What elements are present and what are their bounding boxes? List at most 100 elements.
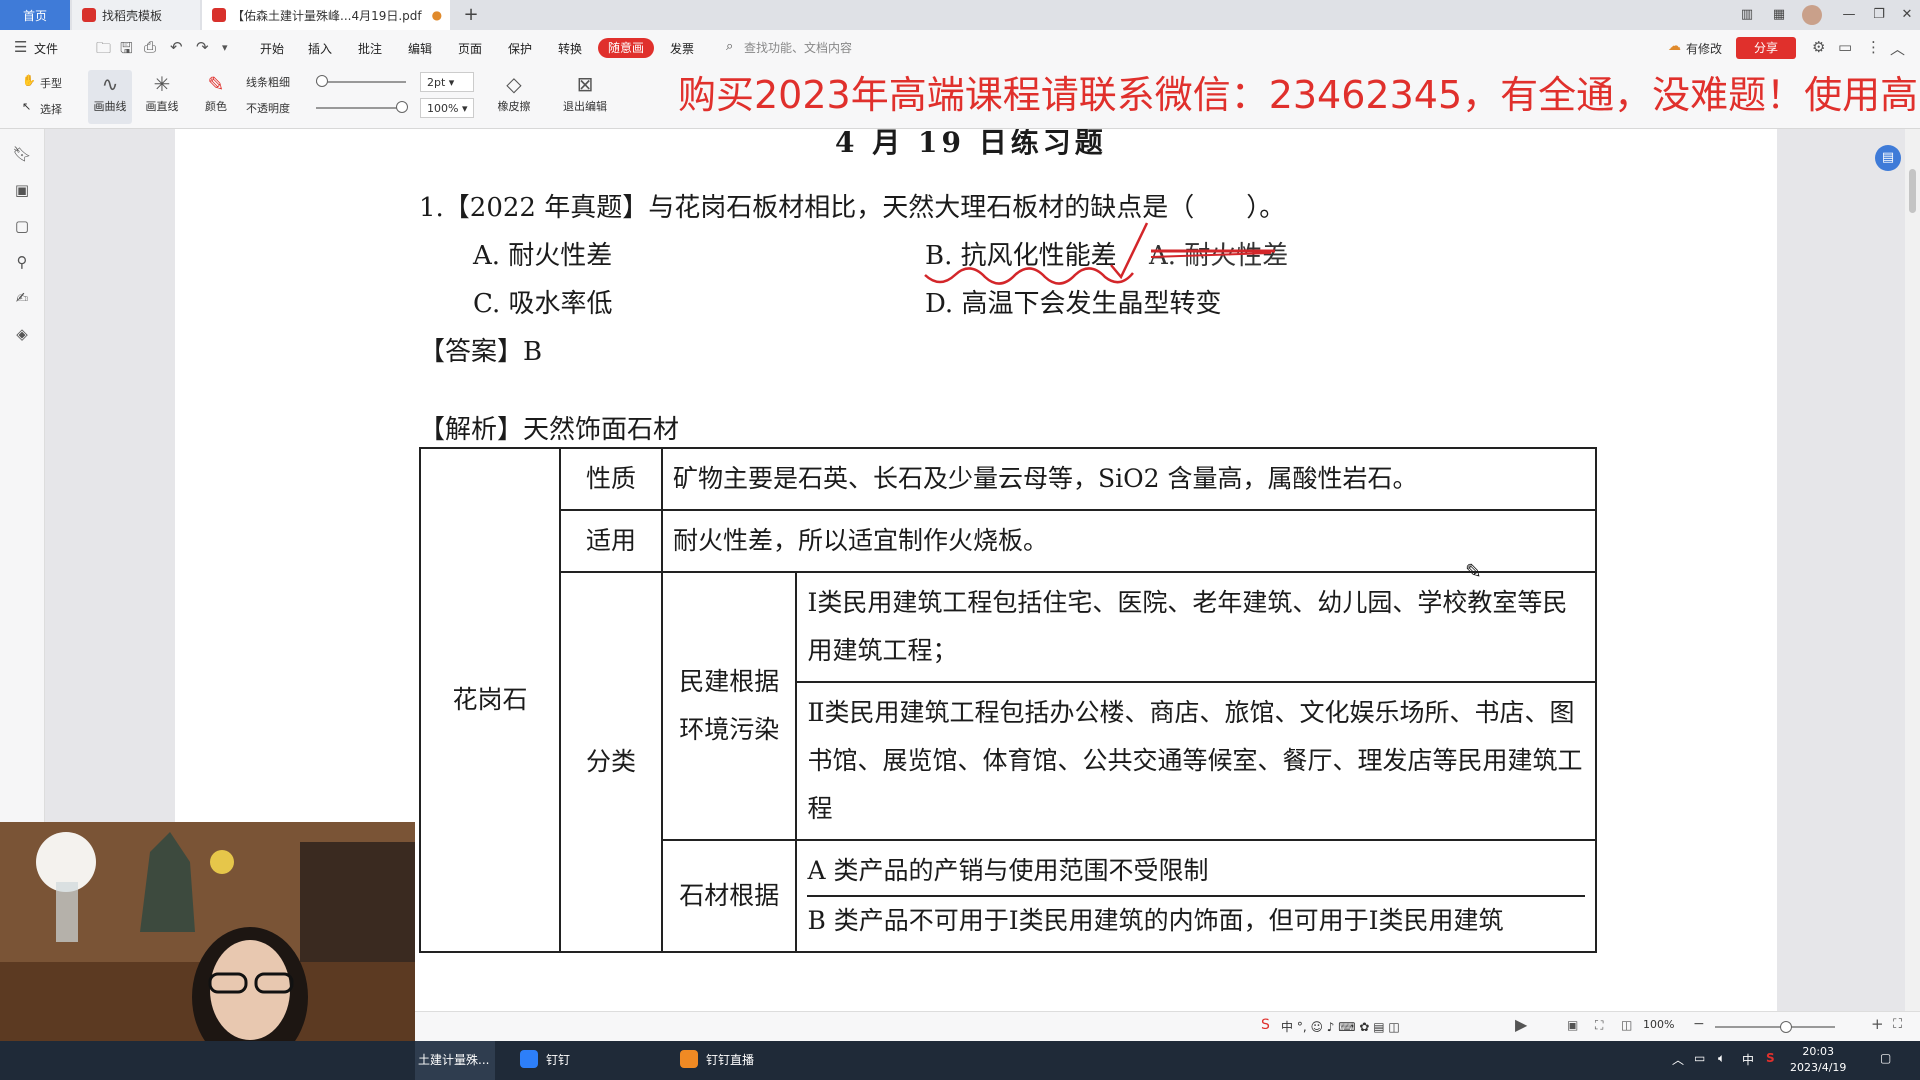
menu-item-start[interactable]: 开始 bbox=[260, 40, 284, 57]
signature-icon[interactable]: ✍ bbox=[12, 289, 32, 309]
tab-home-label: 首页 bbox=[22, 8, 47, 23]
pen-cursor-icon: ✎ bbox=[1465, 559, 1482, 583]
restore-icon[interactable]: ❐ bbox=[1870, 6, 1888, 24]
settings-icon[interactable]: ⚙ bbox=[1812, 38, 1825, 56]
bookmark-icon[interactable]: 🔖︎ bbox=[12, 145, 32, 165]
modified-status[interactable]: 有修改 bbox=[1686, 40, 1722, 57]
hand-tool-icon[interactable]: ✋ bbox=[22, 74, 36, 87]
cell-env-label: 民建根据环境污染 bbox=[660, 571, 798, 841]
undo-icon[interactable]: ↶ bbox=[170, 38, 183, 56]
close-icon[interactable]: ✕ bbox=[1898, 6, 1916, 24]
crop-icon[interactable]: ⛶ bbox=[1595, 1018, 1603, 1033]
opacity-label: 不透明度 bbox=[246, 102, 290, 115]
thumbnail-icon[interactable]: ▣ bbox=[12, 181, 32, 201]
exit-edit-button[interactable]: ⊠ 退出编辑 bbox=[558, 70, 612, 114]
notification-icon[interactable]: ▢ bbox=[1880, 1051, 1891, 1065]
zoom-out-icon[interactable]: − bbox=[1693, 1016, 1705, 1032]
zoom-in-icon[interactable]: + bbox=[1871, 1015, 1884, 1033]
taskbar-app-dingtalk[interactable]: 钉钉 bbox=[546, 1051, 570, 1068]
more-chevron-icon[interactable]: ▾ bbox=[222, 41, 228, 54]
tab-pdf-document[interactable]: 【佑森土建计量殊峰...4月19日.pdf ● bbox=[202, 0, 450, 30]
fit-page-icon[interactable]: ▣ bbox=[1567, 1018, 1578, 1032]
open-folder-icon[interactable]: 🗀 bbox=[96, 38, 111, 63]
thickness-select[interactable]: 2pt ▾ bbox=[420, 72, 474, 92]
ime-toolbar[interactable]: 中 °, ☺ ♪ ⌨ ✿ ▤ ◫ bbox=[1281, 1018, 1400, 1035]
zoom-level[interactable]: 100% bbox=[1643, 1018, 1674, 1031]
opacity-slider-knob[interactable] bbox=[396, 101, 408, 113]
redo-icon[interactable]: ↷ bbox=[196, 38, 209, 56]
tray-chevron-icon[interactable]: ︿ bbox=[1672, 1051, 1684, 1068]
tab-template[interactable]: 找稻壳模板 bbox=[72, 0, 200, 30]
sogou-icon[interactable]: S bbox=[1766, 1051, 1775, 1065]
ime-logo-icon[interactable]: S bbox=[1261, 1017, 1270, 1033]
menu-file[interactable]: 文件 bbox=[34, 40, 58, 57]
zoom-slider-knob[interactable] bbox=[1780, 1021, 1792, 1033]
apps-grid-icon[interactable]: ▦ bbox=[1770, 6, 1788, 24]
eraser-button[interactable]: ◇ 橡皮擦 bbox=[490, 70, 538, 114]
system-clock[interactable]: 20:03 2023/4/19 bbox=[1790, 1044, 1846, 1076]
menu-item-comment[interactable]: 批注 bbox=[358, 40, 382, 57]
eraser-label: 橡皮擦 bbox=[497, 100, 531, 113]
floating-assist-icon[interactable]: ▤ bbox=[1875, 145, 1901, 171]
cell-env-2: Ⅱ类民用建筑工程包括办公楼、商店、旅馆、文化娱乐场所、书店、图书馆、展览馆、体育… bbox=[795, 681, 1597, 841]
scrollbar-thumb[interactable] bbox=[1909, 169, 1916, 213]
tab-home[interactable]: 首页 bbox=[0, 0, 70, 30]
live-icon[interactable] bbox=[680, 1050, 698, 1068]
save-icon[interactable]: 🖫 bbox=[120, 38, 133, 63]
print-icon[interactable]: ⎙ bbox=[144, 38, 156, 56]
menu-bar: ☰ 文件 🗀 🖫 ⎙ ↶ ↷ ▾ 开始 插入 批注 编辑 页面 保护 转换 随意… bbox=[0, 30, 1920, 67]
unsaved-dot-icon: ● bbox=[431, 8, 443, 22]
volume-icon[interactable]: 🔈︎ bbox=[1718, 1051, 1725, 1066]
read-mode-icon[interactable]: ◫ bbox=[1621, 1018, 1632, 1032]
menu-item-freehand[interactable]: 随意画 bbox=[598, 38, 654, 58]
pdf-icon bbox=[212, 8, 226, 22]
pen-color-icon: ✎ bbox=[207, 72, 225, 96]
menu-item-protect[interactable]: 保护 bbox=[508, 40, 532, 57]
hand-tool-label[interactable]: 手型 bbox=[40, 75, 62, 91]
menu-item-insert[interactable]: 插入 bbox=[308, 40, 332, 57]
fullscreen-icon[interactable]: ⛶ bbox=[1893, 1017, 1902, 1032]
opacity-select[interactable]: 100% ▾ bbox=[420, 98, 474, 118]
vertical-scrollbar[interactable] bbox=[1905, 129, 1920, 1011]
dingtalk-icon[interactable] bbox=[520, 1050, 538, 1068]
layout-icon[interactable]: ▥ bbox=[1738, 6, 1756, 24]
select-tool-icon[interactable]: ↖ bbox=[22, 100, 31, 113]
draw-curve-button[interactable]: ∿ 画曲线 bbox=[88, 70, 132, 124]
share-button[interactable]: 分享 bbox=[1736, 37, 1796, 59]
option-c: C. 吸水率低 bbox=[473, 289, 613, 319]
avatar[interactable] bbox=[1802, 5, 1822, 25]
play-icon[interactable]: ▶ bbox=[1515, 1015, 1527, 1034]
search-icon: ⌕ bbox=[726, 39, 734, 54]
ime-indicator[interactable]: 中 bbox=[1742, 1051, 1754, 1068]
more-options-icon[interactable]: ⋮ bbox=[1866, 38, 1881, 56]
thickness-slider[interactable] bbox=[316, 81, 406, 83]
draw-curve-label: 画曲线 bbox=[93, 100, 127, 113]
network-icon[interactable]: ▭ bbox=[1694, 1051, 1705, 1065]
taskbar-app-pdf-label[interactable]: 土建计量殊... bbox=[418, 1051, 489, 1068]
menu-item-invoice[interactable]: 发票 bbox=[670, 40, 694, 57]
search-input[interactable]: 查找功能、文档内容 bbox=[744, 39, 852, 56]
select-tool-label[interactable]: 选择 bbox=[40, 101, 62, 117]
taskbar-app-live[interactable]: 钉钉直播 bbox=[706, 1051, 754, 1068]
minimize-icon[interactable]: — bbox=[1840, 6, 1858, 24]
ink-annotation[interactable] bbox=[915, 217, 1275, 297]
docer-icon bbox=[82, 8, 96, 22]
layers-icon[interactable]: ◈ bbox=[12, 325, 32, 345]
color-button[interactable]: ✎ 颜色 bbox=[196, 70, 236, 114]
opacity-value: 100% bbox=[427, 102, 459, 115]
new-tab-button[interactable]: + bbox=[462, 6, 480, 24]
hamburger-icon[interactable]: ☰ bbox=[14, 38, 27, 56]
draw-line-button[interactable]: ✳ 画直线 bbox=[140, 70, 184, 114]
zoom-slider[interactable] bbox=[1715, 1026, 1835, 1028]
attachment-icon[interactable]: ⚲ bbox=[12, 253, 32, 273]
opacity-slider[interactable] bbox=[316, 107, 406, 109]
cell-mat-label: 石材根据 bbox=[660, 839, 798, 953]
comment-panel-icon[interactable]: ▢ bbox=[12, 217, 32, 237]
menu-item-page[interactable]: 页面 bbox=[458, 40, 482, 57]
menu-item-edit[interactable]: 编辑 bbox=[408, 40, 432, 57]
thickness-slider-knob[interactable] bbox=[316, 75, 328, 87]
comment-icon[interactable]: ▭ bbox=[1838, 38, 1852, 56]
menu-item-convert[interactable]: 转换 bbox=[558, 40, 582, 57]
collapse-ribbon-icon[interactable]: ︿ bbox=[1890, 38, 1905, 59]
page-heading: 4 月 19 日练习题 bbox=[835, 129, 1107, 159]
